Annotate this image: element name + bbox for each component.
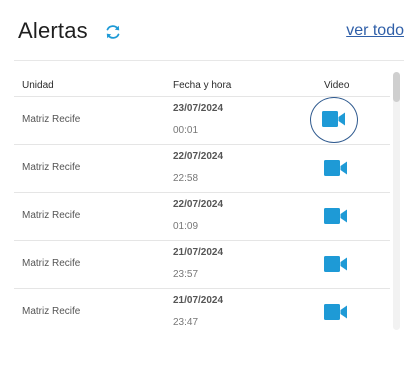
row-unit: Matriz Recife	[22, 258, 81, 269]
column-header-video: Video	[324, 80, 350, 91]
header-divider	[14, 60, 404, 61]
row-date: 22/07/2024	[173, 199, 224, 210]
page-title: Alertas	[18, 18, 88, 43]
row-unit: Matriz Recife	[22, 162, 81, 173]
row-date: 22/07/2024	[173, 151, 224, 162]
row-unit: Matriz Recife	[22, 306, 81, 317]
row-date: 21/07/2024	[173, 247, 224, 258]
scrollbar-thumb[interactable]	[393, 72, 400, 102]
video-camera-icon[interactable]	[310, 97, 358, 143]
row-unit: Matriz Recife	[22, 114, 81, 125]
video-camera-icon[interactable]	[324, 207, 348, 225]
video-camera-icon[interactable]	[324, 159, 348, 177]
row-time: 00:01	[173, 125, 199, 136]
row-date: 23/07/2024	[173, 103, 224, 114]
refresh-icon[interactable]	[104, 23, 122, 41]
column-header-unit: Unidad	[22, 80, 54, 91]
table-scrollbar[interactable]	[393, 72, 400, 330]
view-all-link[interactable]: ver todo	[346, 22, 404, 40]
row-time: 23:57	[173, 269, 199, 280]
row-time: 01:09	[173, 221, 199, 232]
alerts-table: Unidad Fecha y hora Video Matriz Recife …	[14, 72, 390, 330]
row-time: 22:58	[173, 173, 199, 184]
alerts-header: Alertas ver todo	[18, 18, 404, 48]
table-row[interactable]: Matriz Recife 21/07/2024 23:57	[14, 241, 390, 289]
row-date: 21/07/2024	[173, 295, 224, 306]
video-camera-icon[interactable]	[324, 255, 348, 273]
table-row[interactable]: Matriz Recife 21/07/2024 23:47	[14, 289, 390, 330]
table-row[interactable]: Matriz Recife 22/07/2024 22:58	[14, 145, 390, 193]
row-time: 23:47	[173, 317, 199, 328]
table-header: Unidad Fecha y hora Video	[14, 72, 390, 97]
column-header-datetime: Fecha y hora	[173, 80, 232, 91]
video-camera-icon[interactable]	[324, 303, 348, 321]
table-row[interactable]: Matriz Recife 22/07/2024 01:09	[14, 193, 390, 241]
row-unit: Matriz Recife	[22, 210, 81, 221]
table-row[interactable]: Matriz Recife 23/07/2024 00:01	[14, 97, 390, 145]
